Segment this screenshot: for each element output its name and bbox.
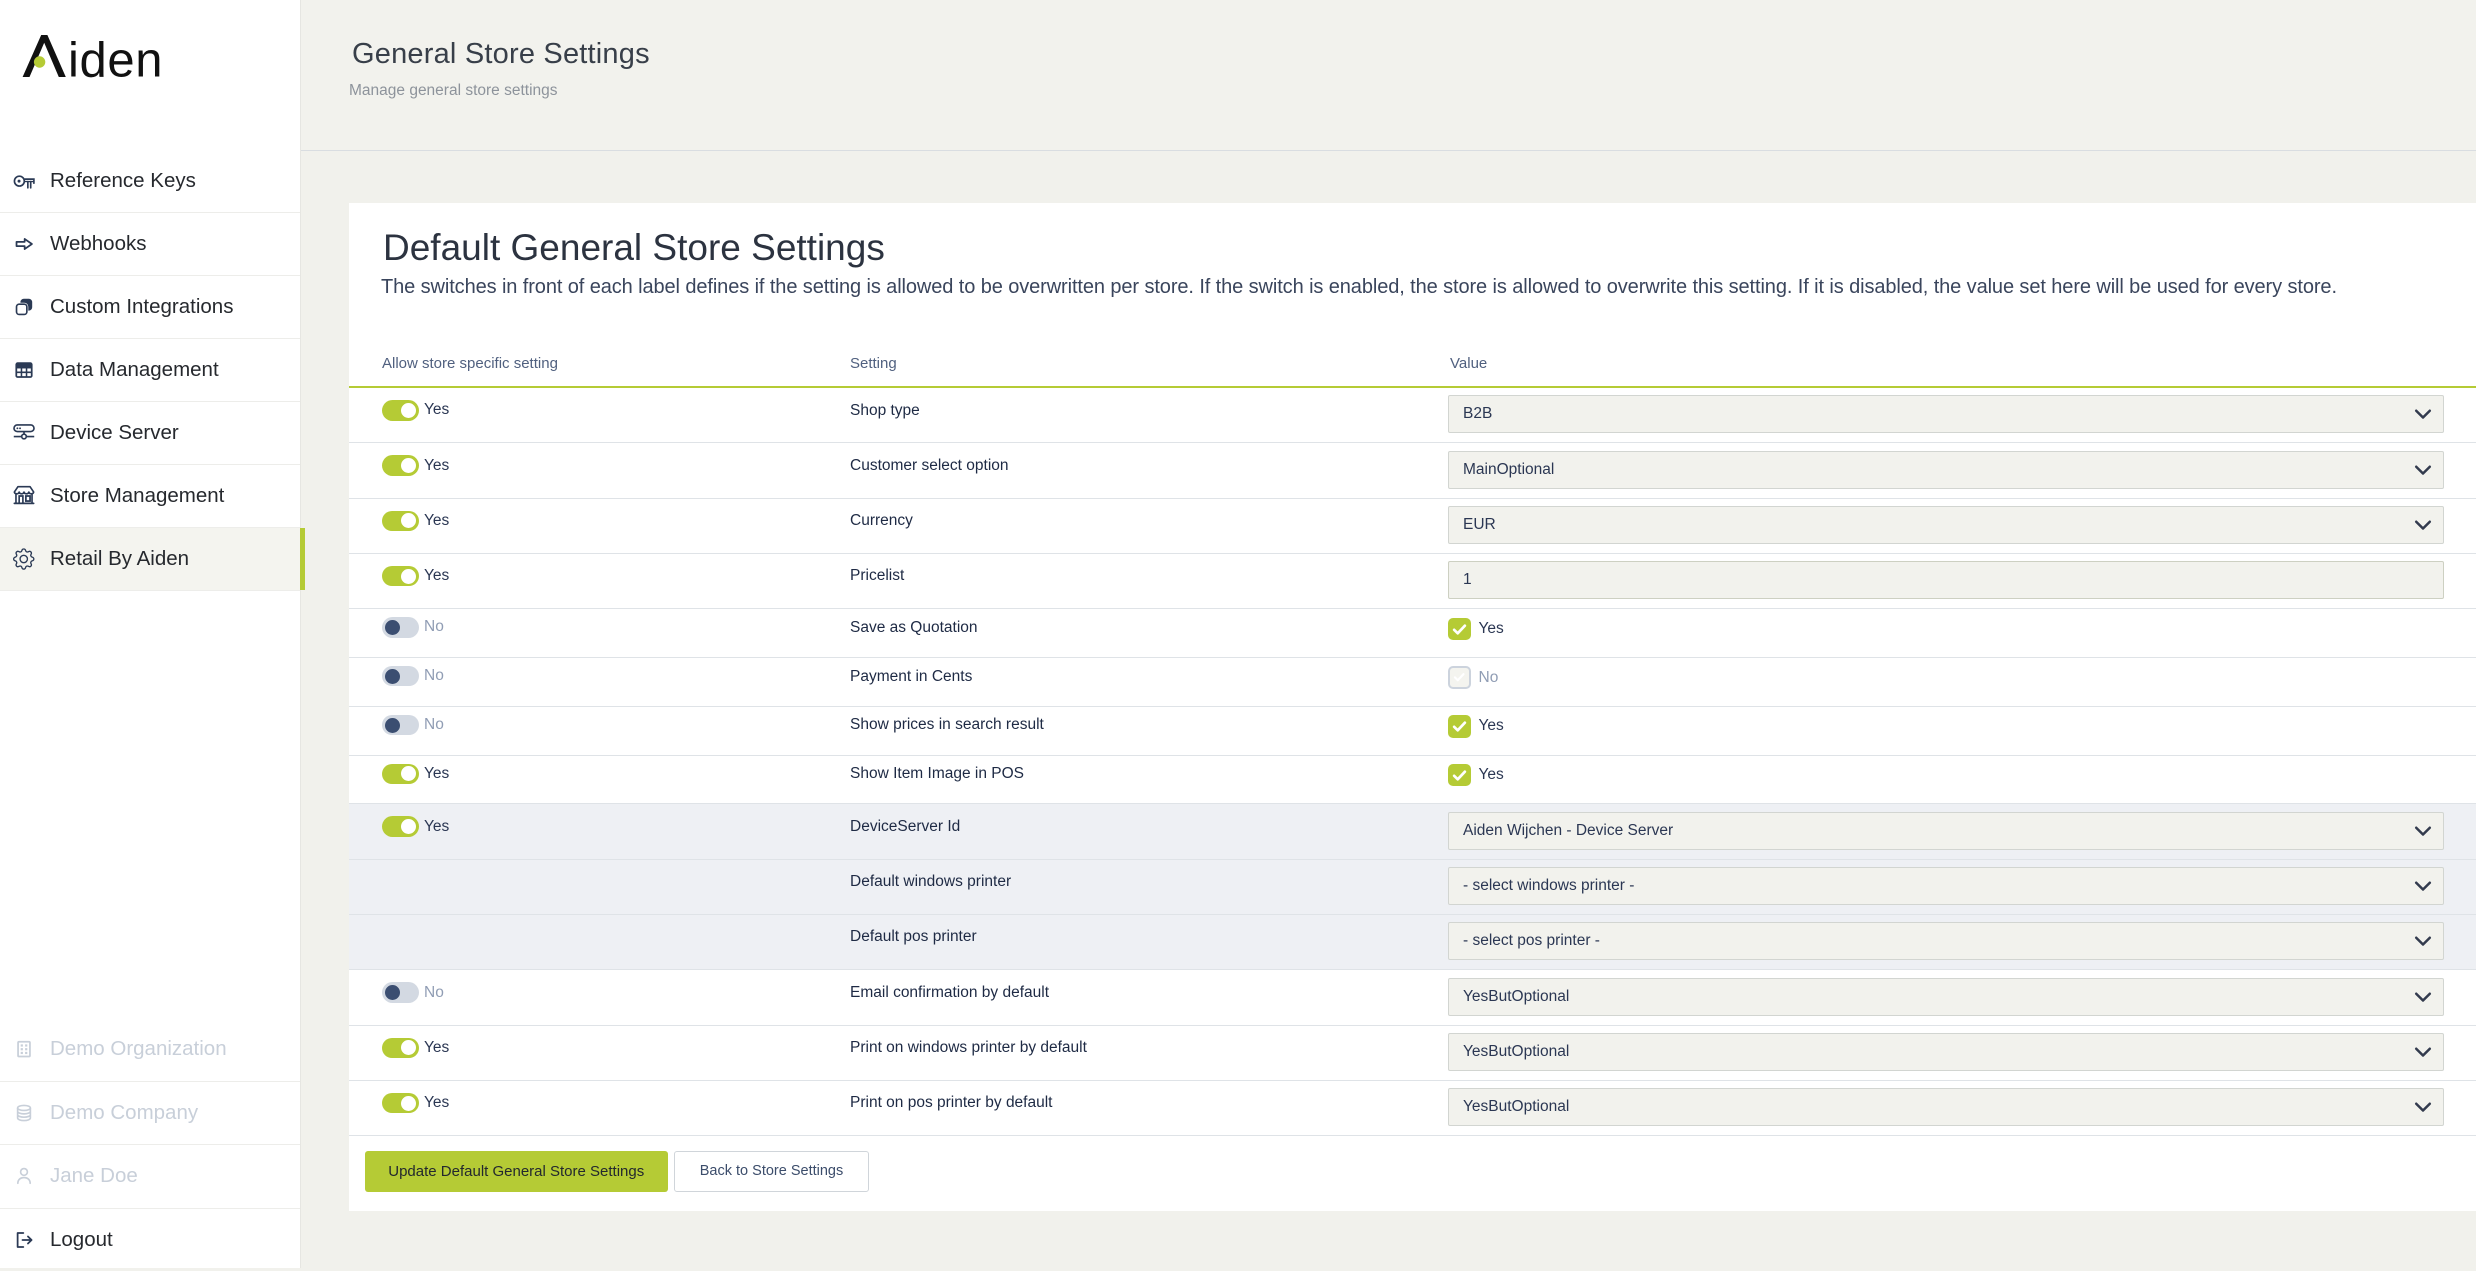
svg-text:iden: iden — [68, 34, 163, 88]
